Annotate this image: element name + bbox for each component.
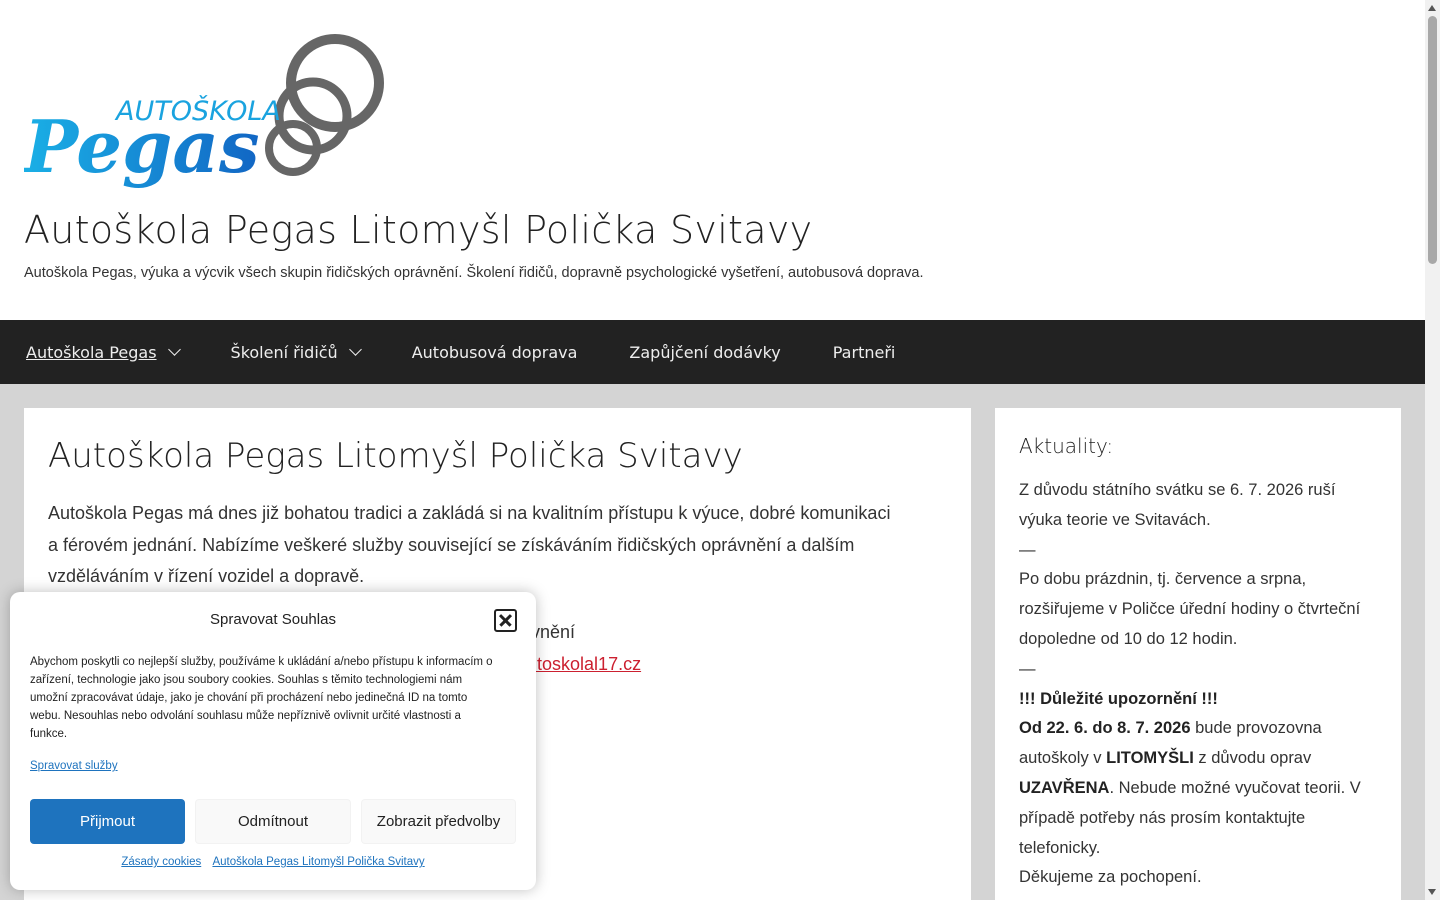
deny-button[interactable]: Odmítnout [195,799,351,844]
nav-label: Školení řidičů [230,342,338,362]
news-warning: !!! Důležité upozornění !!! [1019,689,1218,708]
show-preferences-button[interactable]: Zobrazit předvolby [361,799,516,844]
cookie-footer-links: Zásady cookies Autoškola Pegas Litomyšl … [10,856,536,868]
site-title[interactable]: Autoškola Pegas Litomyšl Polička Svitavy [24,208,812,252]
intro-line: vzděláváním v řízení vozidel a dopravě. [48,566,365,586]
chevron-down-icon [348,343,362,356]
cookie-policy-link[interactable]: Zásady cookies [121,856,201,868]
news-separator: — [1019,540,1036,559]
scrollbar-thumb[interactable] [1428,16,1437,264]
accept-button[interactable]: Přijmout [30,799,185,844]
nav-label: Autoškola Pegas [26,342,157,362]
nav-label: Autobusová doprava [411,342,578,362]
cookie-consent-dialog: Spravovat Souhlas Abychom poskytli co ne… [10,592,536,890]
site-logo[interactable]: AUTOŠKOLA Pegas [24,30,386,198]
scrollbar[interactable] [1425,0,1440,900]
cookie-description: Abychom poskytli co nejlepší služby, pou… [30,656,493,740]
intro-line: Autoškola Pegas má dnes již bohatou trad… [48,503,891,523]
site-header: AUTOŠKOLA Pegas Autoškola Pegas Litomyšl… [0,0,1425,320]
news-separator: — [1019,659,1036,678]
main-navigation: Autoškola Pegas Školení řidičů Autobusov… [0,320,1425,384]
cookie-dialog-title: Spravovat Souhlas [210,611,336,628]
site-description: Autoškola Pegas, výuka a výcvik všech sk… [24,265,924,281]
nav-item-partneri[interactable]: Partneři [807,320,922,384]
close-icon[interactable] [494,609,517,632]
nav-label: Partneři [832,342,896,362]
partial-text: vnění [531,622,576,642]
nav-item-autobusova-doprava[interactable]: Autobusová doprava [386,320,604,384]
news-widget: Z důvodu státního svátku se 6. 7. 2026 r… [1019,476,1377,893]
intro-line: a férovém jednání. Nabízíme veškeré služ… [48,534,855,555]
manage-services-link[interactable]: Spravovat služby [30,760,118,772]
chevron-down-icon [167,343,181,356]
logo-pegas-text: Pegas [24,104,260,189]
news-item: Z důvodu státního svátku se 6. 7. 2026 r… [1019,481,1336,529]
nav-item-skoleni-ridicu[interactable]: Školení řidičů [205,320,386,384]
news-thanks: Děkujeme za pochopení. [1019,868,1202,887]
scroll-up-arrow-icon[interactable] [1428,5,1436,11]
site-link[interactable]: Autoškola Pegas Litomyšl Polička Svitavy [212,856,424,868]
news-notice: Od 22. 6. do 8. 7. 2026 bude provozovna … [1019,719,1361,857]
nav-item-zapujceni-dodavky[interactable]: Zapůjčení dodávky [603,320,806,384]
news-item: Po dobu prázdnin, tj. července a srpna, … [1019,570,1361,648]
nav-item-autoskola-pegas[interactable]: Autoškola Pegas [0,320,205,384]
entry-content: Autoškola Pegas má dnes již bohatou trad… [48,498,947,593]
nav-label: Zapůjčení dodávky [629,342,781,362]
scroll-down-arrow-icon[interactable] [1428,889,1436,895]
page-title: Autoškola Pegas Litomyšl Polička Svitavy [48,436,743,476]
widget-title: Aktuality: [1019,434,1114,458]
sidebar: Aktuality: Z důvodu státního svátku se 6… [995,408,1401,900]
